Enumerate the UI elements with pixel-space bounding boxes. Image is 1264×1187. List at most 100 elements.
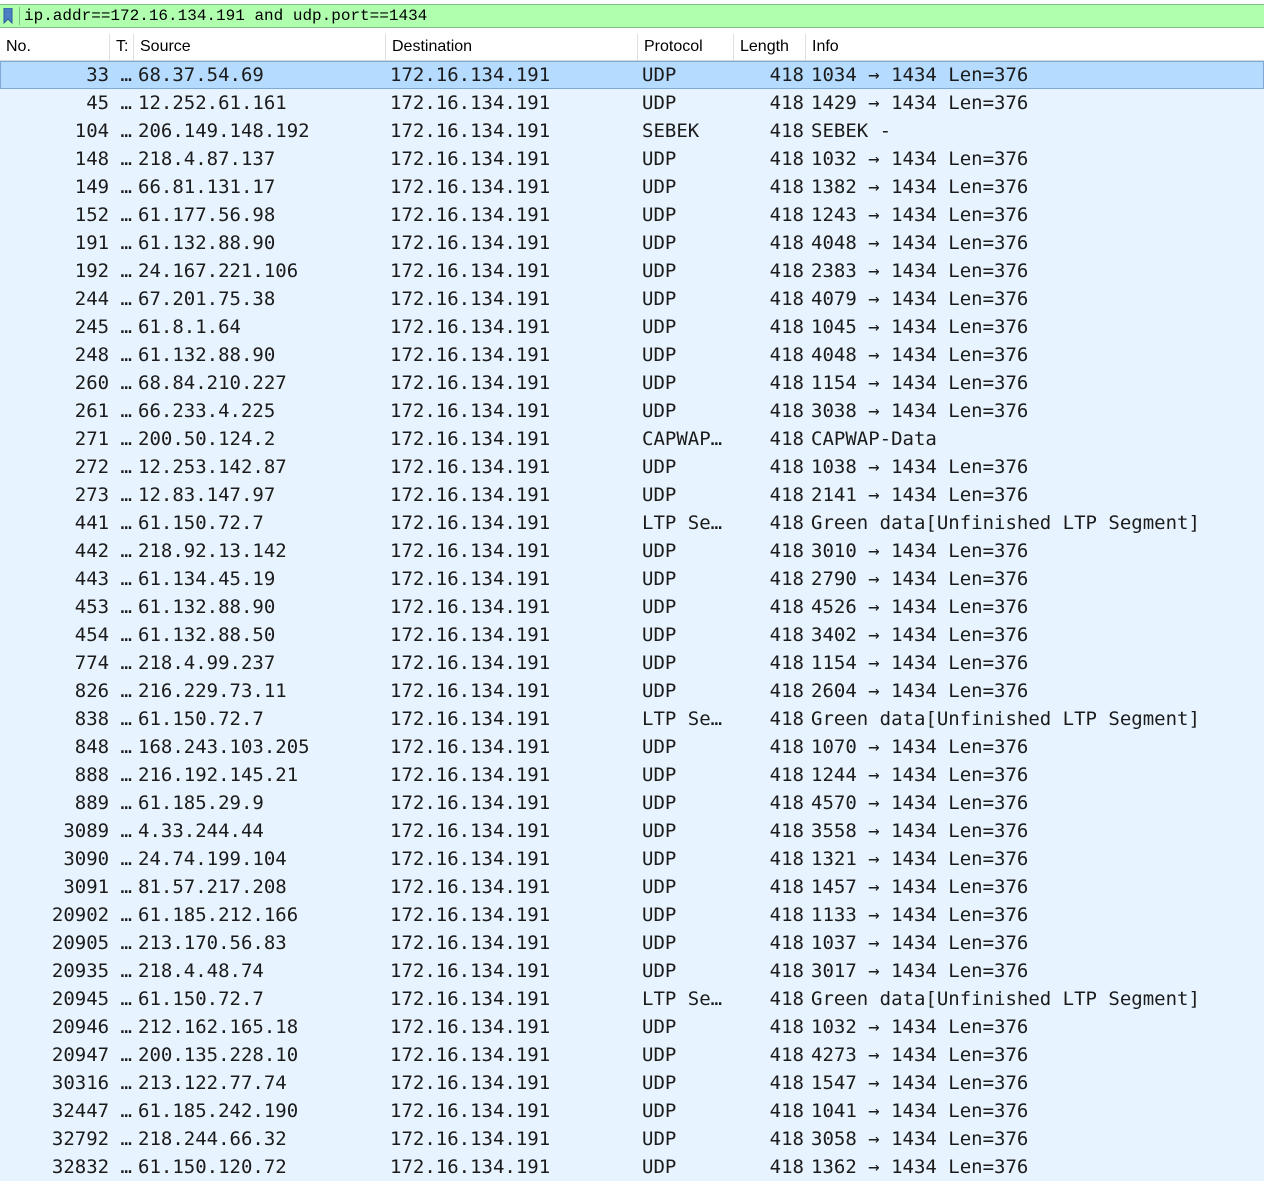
cell-length: 418 — [769, 792, 804, 814]
table-row[interactable]: 826 … 216.229.73.11 172.16.134.191 UDP 418 26… — [0, 677, 1264, 705]
cell-info: 1041 → 1434 Len=376 — [811, 1100, 1029, 1122]
column-header-destination[interactable]: Destination — [386, 34, 638, 60]
table-row[interactable]: 3091 … 81.57.217.208 172.16.134.191 UDP 418 1… — [0, 873, 1264, 901]
column-header-time[interactable]: T: — [110, 34, 134, 60]
cell-destination: 172.16.134.191 — [390, 932, 551, 954]
table-row[interactable]: 245 … 61.8.1.64 172.16.134.191 UDP 418 1045 →… — [0, 313, 1264, 341]
table-row[interactable]: 20905 … 213.170.56.83 172.16.134.191 UDP 418… — [0, 929, 1264, 957]
table-row[interactable]: 442 … 218.92.13.142 172.16.134.191 UDP 418 30… — [0, 537, 1264, 565]
table-row[interactable]: 889 … 61.185.29.9 172.16.134.191 UDP 418 4570… — [0, 789, 1264, 817]
cell-source: 61.185.242.190 — [138, 1100, 299, 1122]
table-row[interactable]: 260 … 68.84.210.227 172.16.134.191 UDP 418 11… — [0, 369, 1264, 397]
table-row[interactable]: 191 … 61.132.88.90 172.16.134.191 UDP 418 404… — [0, 229, 1264, 257]
table-row[interactable]: 888 … 216.192.145.21 172.16.134.191 UDP 418 1… — [0, 761, 1264, 789]
cell-protocol: UDP — [642, 568, 677, 590]
table-row[interactable]: 20902 … 61.185.212.166 172.16.134.191 UDP 41… — [0, 901, 1264, 929]
cell-info: 4570 → 1434 Len=376 — [811, 792, 1029, 814]
table-row[interactable]: 261 … 66.233.4.225 172.16.134.191 UDP 418 303… — [0, 397, 1264, 425]
cell-length: 418 — [769, 484, 804, 506]
cell-destination: 172.16.134.191 — [390, 232, 551, 254]
table-row[interactable]: 32792 … 218.244.66.32 172.16.134.191 UDP 418… — [0, 1125, 1264, 1153]
cell-info: CAPWAP-Data — [811, 428, 937, 450]
cell-length: 418 — [769, 176, 804, 198]
display-filter-input[interactable] — [24, 5, 1254, 27]
cell-no: 245 … — [74, 316, 132, 338]
cell-destination: 172.16.134.191 — [390, 456, 551, 478]
column-header-source[interactable]: Source — [134, 34, 386, 60]
table-row[interactable]: 32832 … 61.150.120.72 172.16.134.191 UDP 418… — [0, 1153, 1264, 1181]
table-row[interactable]: 104 … 206.149.148.192 172.16.134.191 SEBEK 4… — [0, 117, 1264, 145]
column-header-protocol[interactable]: Protocol — [638, 34, 734, 60]
cell-info: 4048 → 1434 Len=376 — [811, 232, 1029, 254]
table-row[interactable]: 149 … 66.81.131.17 172.16.134.191 UDP 418 138… — [0, 173, 1264, 201]
table-row[interactable]: 32447 … 61.185.242.190 172.16.134.191 UDP 41… — [0, 1097, 1264, 1125]
table-row[interactable]: 3090 … 24.74.199.104 172.16.134.191 UDP 418 1… — [0, 845, 1264, 873]
cell-source: 61.132.88.50 — [138, 624, 276, 646]
table-row[interactable]: 30316 … 213.122.77.74 172.16.134.191 UDP 418… — [0, 1069, 1264, 1097]
table-row[interactable]: 20945 … 61.150.72.7 172.16.134.191 LTP Se… 4… — [0, 985, 1264, 1013]
table-row[interactable]: 3089 … 4.33.244.44 172.16.134.191 UDP 418 355… — [0, 817, 1264, 845]
table-row[interactable]: 454 … 61.132.88.50 172.16.134.191 UDP 418 340… — [0, 621, 1264, 649]
table-row[interactable]: 244 … 67.201.75.38 172.16.134.191 UDP 418 407… — [0, 285, 1264, 313]
table-row[interactable]: 33 … 68.37.54.69 172.16.134.191 UDP 418 1034 … — [0, 61, 1264, 89]
table-row[interactable]: 148 … 218.4.87.137 172.16.134.191 UDP 418 103… — [0, 145, 1264, 173]
cell-protocol: UDP — [642, 540, 677, 562]
cell-length: 418 — [769, 736, 804, 758]
cell-protocol: UDP — [642, 372, 677, 394]
table-row[interactable]: 271 … 200.50.124.2 172.16.134.191 CAPWAP… 41… — [0, 425, 1264, 453]
cell-destination: 172.16.134.191 — [390, 680, 551, 702]
cell-protocol: UDP — [642, 288, 677, 310]
table-row[interactable]: 443 … 61.134.45.19 172.16.134.191 UDP 418 279… — [0, 565, 1264, 593]
cell-length: 418 — [769, 1156, 804, 1178]
column-header-info[interactable]: Info — [806, 34, 1264, 60]
cell-info: 4048 → 1434 Len=376 — [811, 344, 1029, 366]
table-row[interactable]: 248 … 61.132.88.90 172.16.134.191 UDP 418 404… — [0, 341, 1264, 369]
cell-length: 418 — [769, 148, 804, 170]
table-row[interactable]: 453 … 61.132.88.90 172.16.134.191 UDP 418 452… — [0, 593, 1264, 621]
cell-length: 418 — [769, 1016, 804, 1038]
table-row[interactable]: 20946 … 212.162.165.18 172.16.134.191 UDP 41… — [0, 1013, 1264, 1041]
cell-source: 218.4.87.137 — [138, 148, 276, 170]
table-row[interactable]: 441 … 61.150.72.7 172.16.134.191 LTP Se… 418… — [0, 509, 1264, 537]
table-row[interactable]: 45 … 12.252.61.161 172.16.134.191 UDP 418 142… — [0, 89, 1264, 117]
column-header-length[interactable]: Length — [734, 34, 806, 60]
cell-protocol: UDP — [642, 400, 677, 422]
cell-destination: 172.16.134.191 — [390, 1156, 551, 1178]
cell-no: 104 … — [74, 120, 132, 142]
table-row[interactable]: 272 … 12.253.142.87 172.16.134.191 UDP 418 10… — [0, 453, 1264, 481]
cell-no: 774 … — [74, 652, 132, 674]
cell-destination: 172.16.134.191 — [390, 344, 551, 366]
cell-source: 61.132.88.90 — [138, 232, 276, 254]
bookmark-icon[interactable] — [3, 7, 13, 25]
cell-info: 1154 → 1434 Len=376 — [811, 652, 1029, 674]
cell-source: 213.170.56.83 — [138, 932, 287, 954]
cell-no: 3091 … — [63, 876, 132, 898]
table-row[interactable]: 192 … 24.167.221.106 172.16.134.191 UDP 418 2… — [0, 257, 1264, 285]
cell-protocol: UDP — [642, 64, 677, 86]
cell-source: 67.201.75.38 — [138, 288, 276, 310]
table-row[interactable]: 20935 … 218.4.48.74 172.16.134.191 UDP 418 30… — [0, 957, 1264, 985]
cell-protocol: UDP — [642, 1156, 677, 1178]
cell-no: 32792 … — [51, 1128, 132, 1150]
table-row[interactable]: 273 … 12.83.147.97 172.16.134.191 UDP 418 214… — [0, 481, 1264, 509]
cell-info: 4526 → 1434 Len=376 — [811, 596, 1029, 618]
cell-destination: 172.16.134.191 — [390, 708, 551, 730]
table-row[interactable]: 20947 … 200.135.228.10 172.16.134.191 UDP 41… — [0, 1041, 1264, 1069]
cell-source: 218.244.66.32 — [138, 1128, 287, 1150]
cell-destination: 172.16.134.191 — [390, 1128, 551, 1150]
cell-protocol: LTP Se… — [642, 988, 723, 1010]
cell-length: 418 — [769, 960, 804, 982]
table-row[interactable]: 152 … 61.177.56.98 172.16.134.191 UDP 418 124… — [0, 201, 1264, 229]
cell-protocol: UDP — [642, 736, 677, 758]
table-row[interactable]: 838 … 61.150.72.7 172.16.134.191 LTP Se… 418… — [0, 705, 1264, 733]
cell-info: 1032 → 1434 Len=376 — [811, 148, 1029, 170]
column-header-no[interactable]: No. — [0, 34, 110, 60]
table-row[interactable]: 848 … 168.243.103.205 172.16.134.191 UDP 418… — [0, 733, 1264, 761]
cell-length: 418 — [769, 428, 804, 450]
cell-source: 66.81.131.17 — [138, 176, 276, 198]
cell-protocol: UDP — [642, 820, 677, 842]
cell-protocol: LTP Se… — [642, 512, 723, 534]
cell-source: 68.84.210.227 — [138, 372, 287, 394]
cell-info: 1045 → 1434 Len=376 — [811, 316, 1029, 338]
table-row[interactable]: 774 … 218.4.99.237 172.16.134.191 UDP 418 115… — [0, 649, 1264, 677]
